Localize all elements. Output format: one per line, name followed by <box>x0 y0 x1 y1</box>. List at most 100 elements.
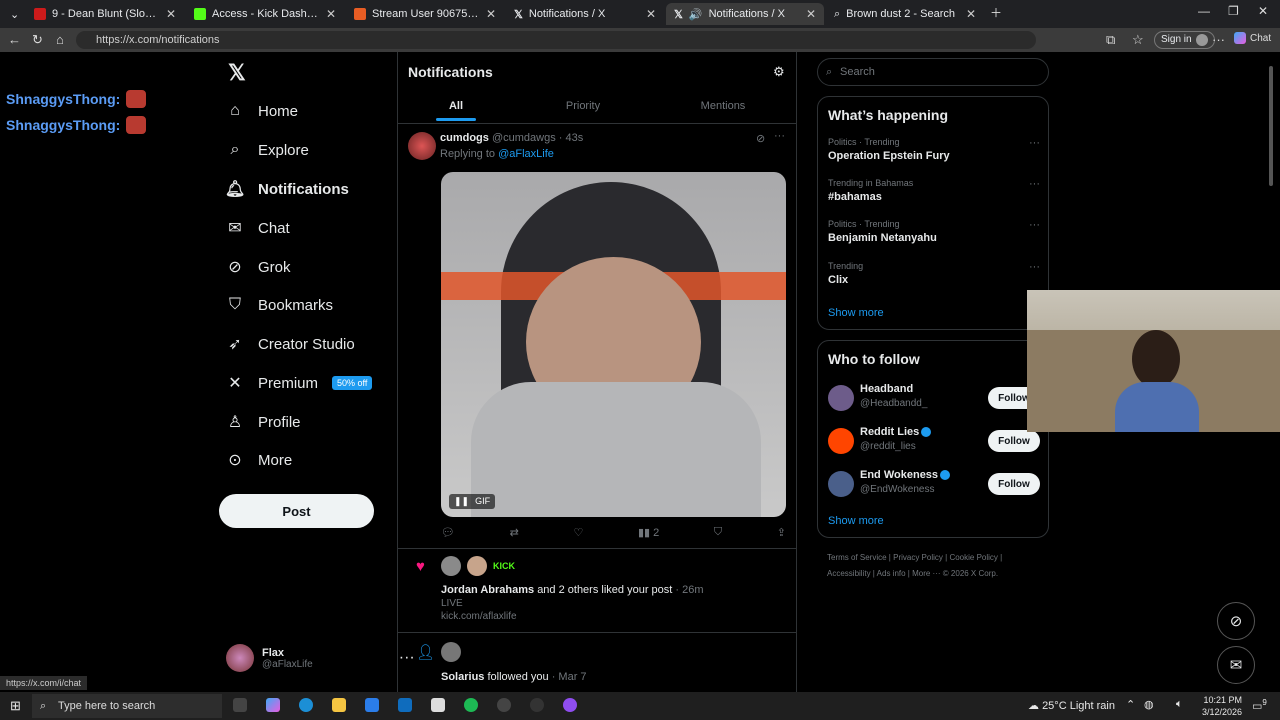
close-icon[interactable]: ✕ <box>486 7 496 21</box>
browser-tab[interactable]: Access - Kick Dashboard ✕ <box>186 3 344 25</box>
account-switcher[interactable]: Flax @aFlaxLife ··· <box>226 644 415 672</box>
footer-link[interactable]: Accessibility <box>827 569 871 578</box>
notifications-center-icon[interactable]: ▭9 <box>1252 698 1267 713</box>
close-icon[interactable]: ✕ <box>646 7 656 21</box>
footer-link[interactable]: Terms of Service <box>827 553 887 562</box>
bookmark-icon[interactable]: ⛉ <box>714 526 722 539</box>
scrollbar-thumb[interactable] <box>1269 66 1273 186</box>
grok-icon[interactable]: ⊘ <box>756 132 765 145</box>
trend-item[interactable]: Trending Clix ··· <box>828 261 1040 286</box>
notepad-icon[interactable] <box>431 698 445 712</box>
more-dots-icon[interactable]: ··· <box>774 130 785 142</box>
tab-all[interactable]: All <box>406 100 506 112</box>
tray-chevron-icon[interactable]: ⌃ <box>1126 698 1135 711</box>
sign-in-button[interactable]: Sign in <box>1154 31 1215 49</box>
nav-premium[interactable]: ✕ Premium 50% off <box>226 368 373 398</box>
more-dots-icon[interactable]: ··· <box>1029 219 1040 231</box>
search-input[interactable]: ⌕ Search <box>817 58 1049 86</box>
avatar[interactable] <box>408 132 436 160</box>
obs-icon[interactable] <box>530 698 544 712</box>
reply-tweet[interactable]: cumdogs @cumdawgs · 43s ⊘ ··· Replying t… <box>398 124 796 548</box>
post-button[interactable]: Post <box>219 494 374 528</box>
trend-item[interactable]: Trending in Bahamas #bahamas ··· <box>828 178 1040 203</box>
follow-notification[interactable]: 👤︎ Solarius followed you · Mar 7 <box>398 633 796 692</box>
footer-link[interactable]: Cookie Policy <box>949 553 997 562</box>
like-icon[interactable]: ♡ <box>573 526 583 539</box>
tweet-time[interactable]: · 43s <box>559 132 583 144</box>
suggestion-name[interactable]: Headband <box>860 383 913 395</box>
nav-explore[interactable]: ⌕ Explore <box>226 135 309 165</box>
gear-icon[interactable]: ⚙ <box>773 64 785 80</box>
more-dots-icon[interactable]: ··· <box>1029 261 1040 273</box>
taskbar-search-input[interactable]: ⌕ Type here to search <box>32 694 222 718</box>
refresh-icon[interactable]: ↻ <box>32 32 43 48</box>
clock[interactable]: 10:21 PM 3/12/2026 <box>1200 694 1242 718</box>
tab-mentions[interactable]: Mentions <box>673 100 773 112</box>
post-preview-link[interactable]: kick.com/aflaxlife <box>441 611 517 622</box>
task-view-icon[interactable] <box>233 698 247 712</box>
suggestion-name-wrap[interactable]: Reddit Lies <box>860 426 932 438</box>
nav-profile[interactable]: ♙ Profile <box>226 407 301 437</box>
footer-link[interactable]: Ads info <box>877 569 906 578</box>
spotify-icon[interactable] <box>464 698 478 712</box>
follow-suggestion[interactable]: End Wokeness @EndWokeness Follow <box>828 467 1040 501</box>
nav-creator-studio[interactable]: ➶ Creator Studio <box>226 329 354 359</box>
copilot-chat-button[interactable]: Chat <box>1234 32 1271 44</box>
extensions-icon[interactable]: ⧉ <box>1106 32 1115 48</box>
views-button[interactable]: ▮▮ 2 <box>638 526 659 539</box>
tab-priority[interactable]: Priority <box>533 100 633 112</box>
actor-name[interactable]: Jordan Abrahams <box>441 584 534 596</box>
nav-home[interactable]: ⌂ Home <box>226 96 298 126</box>
speaker-icon[interactable]: 🔊 <box>689 8 703 21</box>
weather-widget[interactable]: ☁ 25°C Light rain <box>1028 699 1115 712</box>
browser-tab[interactable]: ⌕ Brown dust 2 - Search ✕ <box>826 3 984 25</box>
follow-button[interactable]: Follow <box>988 473 1040 495</box>
tweet-author-name[interactable]: cumdogs <box>440 132 489 144</box>
home-icon[interactable]: ⌂ <box>56 32 64 47</box>
close-icon[interactable]: ✕ <box>966 7 976 21</box>
browser-tab-active[interactable]: 𝕏 🔊 Notifications / X ✕ <box>666 3 824 25</box>
show-more-link[interactable]: Show more <box>828 307 884 319</box>
nav-bookmarks[interactable]: ⛉ Bookmarks <box>226 290 333 320</box>
browser-tab[interactable]: 9 - Dean Blunt (Slowed) - YouTube ✕ <box>26 3 184 25</box>
trend-item[interactable]: Politics · Trending Operation Epstein Fur… <box>828 137 1040 162</box>
follow-button[interactable]: Follow <box>988 430 1040 452</box>
avatar[interactable] <box>828 428 854 454</box>
avatar[interactable] <box>441 642 461 662</box>
window-close-button[interactable]: ✕ <box>1258 4 1268 18</box>
back-icon[interactable]: ← <box>8 32 21 47</box>
more-dots-icon[interactable]: ··· <box>1029 178 1040 190</box>
tweet-author-handle[interactable]: @cumdawgs <box>492 132 556 144</box>
app-icon[interactable] <box>563 698 577 712</box>
actor-name[interactable]: Solarius <box>441 671 484 683</box>
trend-item[interactable]: Politics · Trending Benjamin Netanyahu ··· <box>828 219 1040 244</box>
copilot-icon[interactable] <box>266 698 280 712</box>
gif-media[interactable]: ❚❚ GIF <box>441 172 786 517</box>
avatar[interactable] <box>441 556 461 576</box>
nav-chat[interactable]: ✉ Chat <box>226 213 289 243</box>
messages-fab-button[interactable]: ✉ <box>1217 646 1255 684</box>
close-icon[interactable]: ✕ <box>806 7 816 21</box>
footer-link[interactable]: Privacy Policy <box>893 553 943 562</box>
maximize-button[interactable]: ❐ <box>1228 4 1239 18</box>
edge-icon[interactable] <box>299 698 313 712</box>
gif-badge[interactable]: ❚❚ GIF <box>449 494 496 509</box>
suggestion-name-wrap[interactable]: End Wokeness <box>860 469 951 481</box>
like-notification[interactable]: ♥ KICK Jordan Abrahams and 2 others like… <box>398 548 796 632</box>
pause-icon[interactable]: ❚❚ <box>454 496 469 507</box>
url-field[interactable]: https://x.com/notifications <box>76 31 1036 49</box>
windows-start-icon[interactable]: ⊞ <box>10 698 21 714</box>
show-more-link[interactable]: Show more <box>828 515 884 527</box>
new-tab-button[interactable]: ＋ <box>990 4 1002 21</box>
tab-actions-button[interactable]: ⌄ <box>2 3 24 25</box>
nav-notifications[interactable]: 🔔︎ Notifications <box>225 174 349 204</box>
menu-dots-icon[interactable]: ··· <box>1212 32 1225 47</box>
nav-more[interactable]: ⊙ More <box>226 445 292 475</box>
volume-icon[interactable]: 🔈︎ <box>1176 698 1183 711</box>
grok-fab-button[interactable]: ⊘ <box>1217 602 1255 640</box>
file-explorer-icon[interactable] <box>332 698 346 712</box>
more-dots-icon[interactable]: ··· <box>1029 137 1040 149</box>
browser-tab[interactable]: Stream User 906753258 music | Li... ✕ <box>346 3 504 25</box>
retweet-icon[interactable]: ⇄ <box>510 526 519 539</box>
avatar[interactable] <box>467 556 487 576</box>
